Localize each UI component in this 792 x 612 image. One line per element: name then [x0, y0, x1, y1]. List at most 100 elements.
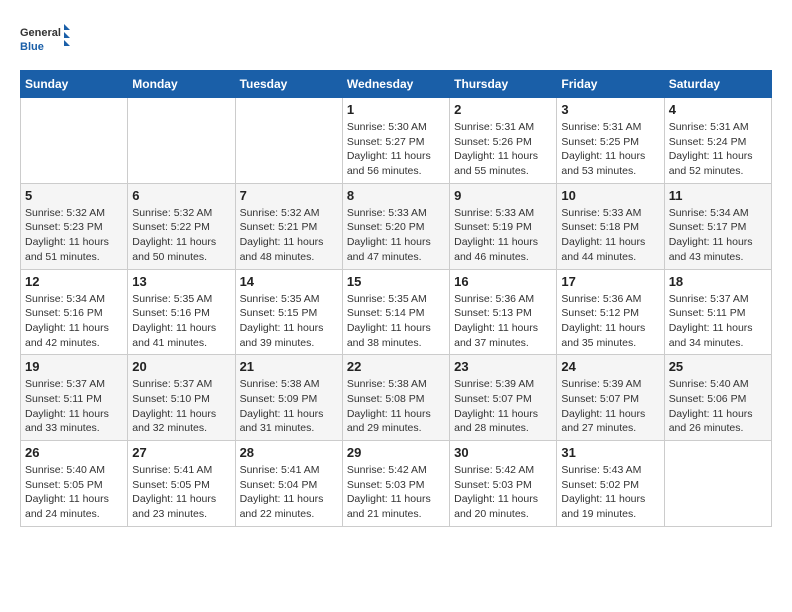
day-info: Sunrise: 5:31 AMSunset: 5:26 PMDaylight:…: [454, 120, 552, 179]
calendar-cell: 11 Sunrise: 5:34 AMSunset: 5:17 PMDayligh…: [664, 183, 771, 269]
logo: General Blue: [20, 20, 70, 60]
calendar-cell: [128, 98, 235, 184]
calendar-cell: 27Sunrise: 5:41 AMSunset: 5:05 PMDayligh…: [128, 441, 235, 527]
day-info: Sunrise: 5:34 AMSunset: 5:16 PMDaylight:…: [25, 292, 123, 351]
day-number: 29: [347, 445, 445, 460]
day-info: Sunrise: 5:35 AMSunset: 5:15 PMDaylight:…: [240, 292, 338, 351]
calendar-cell: 23 Sunrise: 5:39 AMSunset: 5:07 PMDayligh…: [450, 355, 557, 441]
logo-icon: General Blue: [20, 20, 70, 60]
calendar-cell: 9Sunrise: 5:33 AMSunset: 5:19 PMDaylight…: [450, 183, 557, 269]
col-header-thursday: Thursday: [450, 71, 557, 98]
calendar-cell: [21, 98, 128, 184]
day-number: 30: [454, 445, 552, 460]
day-number: 5: [25, 188, 123, 203]
day-number: 14: [240, 274, 338, 289]
calendar-cell: 25 Sunrise: 5:40 AMSunset: 5:06 PMDayligh…: [664, 355, 771, 441]
day-number: 13: [132, 274, 230, 289]
calendar-cell: 20 Sunrise: 5:37 AMSunset: 5:10 PMDayligh…: [128, 355, 235, 441]
day-info: Sunrise: 5:37 AMSunset: 5:10 PMDaylight:…: [132, 377, 230, 436]
calendar-week-4: 19 Sunrise: 5:37 AMSunset: 5:11 PMDayligh…: [21, 355, 772, 441]
calendar-cell: 8Sunrise: 5:33 AMSunset: 5:20 PMDaylight…: [342, 183, 449, 269]
calendar-cell: 3 Sunrise: 5:31 AMSunset: 5:25 PMDaylight…: [557, 98, 664, 184]
calendar-week-1: 1Sunrise: 5:30 AMSunset: 5:27 PMDaylight…: [21, 98, 772, 184]
col-header-wednesday: Wednesday: [342, 71, 449, 98]
day-number: 12: [25, 274, 123, 289]
calendar-cell: 18 Sunrise: 5:37 AMSunset: 5:11 PMDayligh…: [664, 269, 771, 355]
day-info: Sunrise: 5:38 AMSunset: 5:08 PMDaylight:…: [347, 377, 445, 436]
calendar-week-5: 26 Sunrise: 5:40 AMSunset: 5:05 PMDayligh…: [21, 441, 772, 527]
day-number: 17: [561, 274, 659, 289]
day-number: 22: [347, 359, 445, 374]
day-info: Sunrise: 5:40 AMSunset: 5:05 PMDaylight:…: [25, 463, 123, 522]
calendar-cell: 6 Sunrise: 5:32 AMSunset: 5:22 PMDaylight…: [128, 183, 235, 269]
day-info: Sunrise: 5:32 AMSunset: 5:21 PMDaylight:…: [240, 206, 338, 265]
calendar-cell: 24Sunrise: 5:39 AMSunset: 5:07 PMDayligh…: [557, 355, 664, 441]
day-number: 25: [669, 359, 767, 374]
day-info: Sunrise: 5:42 AMSunset: 5:03 PMDaylight:…: [454, 463, 552, 522]
day-info: Sunrise: 5:40 AMSunset: 5:06 PMDaylight:…: [669, 377, 767, 436]
calendar-cell: 29 Sunrise: 5:42 AMSunset: 5:03 PMDayligh…: [342, 441, 449, 527]
calendar-cell: 31Sunrise: 5:43 AMSunset: 5:02 PMDayligh…: [557, 441, 664, 527]
day-info: Sunrise: 5:39 AMSunset: 5:07 PMDaylight:…: [454, 377, 552, 436]
day-info: Sunrise: 5:42 AMSunset: 5:03 PMDaylight:…: [347, 463, 445, 522]
day-info: Sunrise: 5:34 AMSunset: 5:17 PMDaylight:…: [669, 206, 767, 265]
calendar-header: SundayMondayTuesdayWednesdayThursdayFrid…: [21, 71, 772, 98]
calendar-cell: 16 Sunrise: 5:36 AMSunset: 5:13 PMDayligh…: [450, 269, 557, 355]
day-number: 26: [25, 445, 123, 460]
calendar-cell: 7 Sunrise: 5:32 AMSunset: 5:21 PMDaylight…: [235, 183, 342, 269]
day-number: 28: [240, 445, 338, 460]
calendar-cell: 28 Sunrise: 5:41 AMSunset: 5:04 PMDayligh…: [235, 441, 342, 527]
calendar-cell: 19 Sunrise: 5:37 AMSunset: 5:11 PMDayligh…: [21, 355, 128, 441]
day-number: 15: [347, 274, 445, 289]
day-info: Sunrise: 5:37 AMSunset: 5:11 PMDaylight:…: [25, 377, 123, 436]
col-header-tuesday: Tuesday: [235, 71, 342, 98]
col-header-sunday: Sunday: [21, 71, 128, 98]
day-number: 9: [454, 188, 552, 203]
day-number: 19: [25, 359, 123, 374]
day-info: Sunrise: 5:41 AMSunset: 5:04 PMDaylight:…: [240, 463, 338, 522]
day-number: 16: [454, 274, 552, 289]
day-number: 1: [347, 102, 445, 117]
day-number: 21: [240, 359, 338, 374]
calendar-week-2: 5 Sunrise: 5:32 AMSunset: 5:23 PMDaylight…: [21, 183, 772, 269]
day-number: 31: [561, 445, 659, 460]
calendar-cell: [664, 441, 771, 527]
day-number: 11: [669, 188, 767, 203]
day-info: Sunrise: 5:31 AMSunset: 5:25 PMDaylight:…: [561, 120, 659, 179]
day-info: Sunrise: 5:32 AMSunset: 5:22 PMDaylight:…: [132, 206, 230, 265]
calendar-cell: 22 Sunrise: 5:38 AMSunset: 5:08 PMDayligh…: [342, 355, 449, 441]
calendar-cell: 15Sunrise: 5:35 AMSunset: 5:14 PMDayligh…: [342, 269, 449, 355]
svg-text:Blue: Blue: [20, 41, 44, 53]
day-info: Sunrise: 5:36 AMSunset: 5:13 PMDaylight:…: [454, 292, 552, 351]
page-header: General Blue: [20, 20, 772, 60]
day-number: 2: [454, 102, 552, 117]
calendar-cell: 12 Sunrise: 5:34 AMSunset: 5:16 PMDayligh…: [21, 269, 128, 355]
day-number: 23: [454, 359, 552, 374]
day-info: Sunrise: 5:36 AMSunset: 5:12 PMDaylight:…: [561, 292, 659, 351]
day-number: 10: [561, 188, 659, 203]
calendar-cell: 5 Sunrise: 5:32 AMSunset: 5:23 PMDaylight…: [21, 183, 128, 269]
day-number: 18: [669, 274, 767, 289]
calendar-cell: 17 Sunrise: 5:36 AMSunset: 5:12 PMDayligh…: [557, 269, 664, 355]
calendar-cell: 26 Sunrise: 5:40 AMSunset: 5:05 PMDayligh…: [21, 441, 128, 527]
day-number: 7: [240, 188, 338, 203]
calendar-cell: 2 Sunrise: 5:31 AMSunset: 5:26 PMDaylight…: [450, 98, 557, 184]
day-info: Sunrise: 5:37 AMSunset: 5:11 PMDaylight:…: [669, 292, 767, 351]
calendar-cell: 30 Sunrise: 5:42 AMSunset: 5:03 PMDayligh…: [450, 441, 557, 527]
calendar-cell: 21 Sunrise: 5:38 AMSunset: 5:09 PMDayligh…: [235, 355, 342, 441]
calendar-cell: 4Sunrise: 5:31 AMSunset: 5:24 PMDaylight…: [664, 98, 771, 184]
calendar-table: SundayMondayTuesdayWednesdayThursdayFrid…: [20, 70, 772, 527]
col-header-friday: Friday: [557, 71, 664, 98]
col-header-monday: Monday: [128, 71, 235, 98]
day-info: Sunrise: 5:33 AMSunset: 5:18 PMDaylight:…: [561, 206, 659, 265]
day-number: 3: [561, 102, 659, 117]
calendar-cell: [235, 98, 342, 184]
calendar-cell: 1Sunrise: 5:30 AMSunset: 5:27 PMDaylight…: [342, 98, 449, 184]
day-info: Sunrise: 5:38 AMSunset: 5:09 PMDaylight:…: [240, 377, 338, 436]
day-number: 6: [132, 188, 230, 203]
day-info: Sunrise: 5:41 AMSunset: 5:05 PMDaylight:…: [132, 463, 230, 522]
day-info: Sunrise: 5:31 AMSunset: 5:24 PMDaylight:…: [669, 120, 767, 179]
day-info: Sunrise: 5:32 AMSunset: 5:23 PMDaylight:…: [25, 206, 123, 265]
calendar-cell: 14 Sunrise: 5:35 AMSunset: 5:15 PMDayligh…: [235, 269, 342, 355]
day-number: 20: [132, 359, 230, 374]
